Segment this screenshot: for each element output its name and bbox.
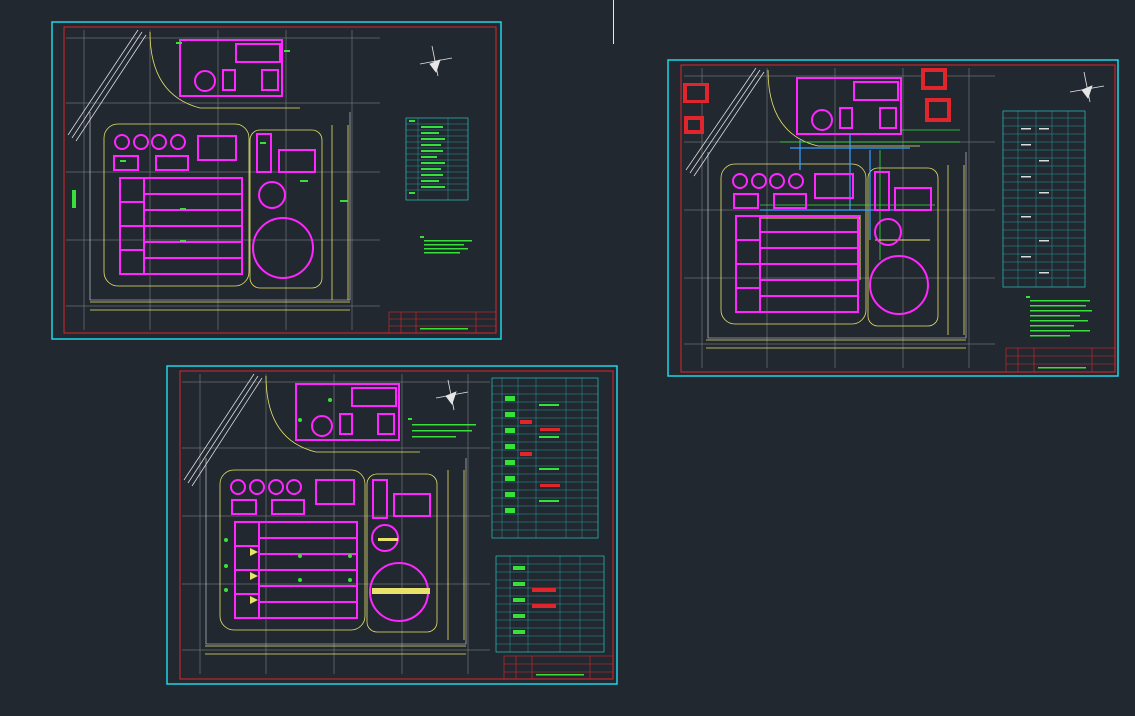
sheet-1-title-block — [388, 311, 497, 334]
sheet-1-notes — [420, 236, 472, 254]
sheet-1-north-arrow-icon — [419, 45, 453, 77]
sheet-3-admin-building — [295, 383, 400, 441]
sheet-3-aeration-tanks — [234, 521, 358, 619]
sheet-3-diagonal-road — [183, 373, 263, 487]
sheet-3-frame — [179, 370, 614, 680]
crosshair-cursor-icon — [613, 0, 614, 44]
sheet-3-north-arrow-icon — [435, 379, 469, 411]
sheet-1-aeration-tanks — [119, 177, 243, 275]
sheet-3-equipment-table — [491, 377, 599, 539]
sheet-2-legend-table — [1002, 110, 1086, 288]
sheet-1-digesters — [252, 133, 316, 279]
sheet-1-admin-building — [179, 39, 283, 97]
drawing-sheet-3[interactable] — [166, 365, 618, 685]
sheet-2-digesters — [869, 171, 932, 315]
sheet-3-title-block — [503, 655, 614, 680]
sheet-3-clarifiers — [230, 479, 355, 515]
drawing-sheet-2[interactable] — [667, 59, 1119, 377]
sheet-2-north-arrow-icon — [1069, 71, 1105, 103]
sheet-2-aeration-tanks — [735, 215, 859, 313]
sheet-2-admin-building — [796, 77, 902, 135]
drawing-sheet-1[interactable] — [51, 21, 502, 340]
sheet-3-legend-table — [495, 555, 605, 653]
sheet-2-notes — [1026, 296, 1092, 337]
sheet-3-digesters — [369, 479, 431, 622]
sheet-1-clarifiers — [113, 134, 237, 171]
sheet-1-legend-table — [405, 117, 469, 201]
sheet-2-title-block — [1005, 347, 1116, 373]
sheet-3-notes — [408, 418, 476, 438]
cad-drawing-canvas[interactable] — [0, 0, 1135, 716]
